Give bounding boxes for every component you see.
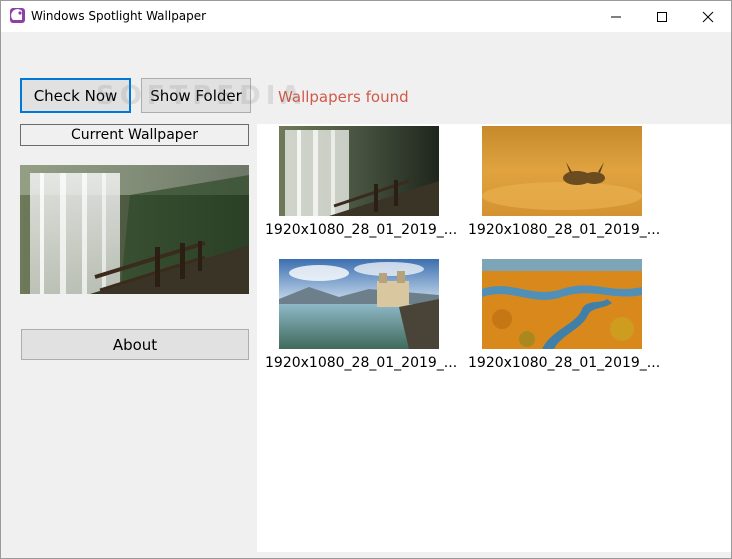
wallpapers-found-status: Wallpapers found (278, 88, 409, 106)
wallpaper-thumbnail[interactable] (482, 259, 642, 349)
window-title: Windows Spotlight Wallpaper (31, 9, 207, 23)
about-button[interactable]: About (21, 329, 249, 360)
close-button[interactable] (685, 1, 731, 32)
app-icon (10, 8, 25, 23)
wallpaper-caption: 1920x1080_28_01_2019_... (265, 355, 458, 371)
title-bar[interactable]: Windows Spotlight Wallpaper (1, 1, 731, 32)
maximize-icon (657, 11, 667, 22)
current-wallpaper-preview (20, 165, 249, 294)
wallpaper-caption: 1920x1080_28_01_2019_... (265, 222, 458, 238)
app-window: Windows Spotlight Wallpaper Check Now Sh… (0, 0, 732, 559)
close-icon (702, 11, 714, 22)
show-folder-button[interactable]: Show Folder (141, 78, 251, 113)
wallpaper-caption: 1920x1080_28_01_2019_... (468, 222, 661, 238)
check-now-button[interactable]: Check Now (20, 78, 131, 113)
wallpaper-thumbnail[interactable] (482, 126, 642, 216)
current-wallpaper-label: Current Wallpaper (20, 124, 249, 146)
wallpaper-gallery[interactable]: 1920x1080_28_01_2019_... 1920x1080_28_01… (257, 124, 731, 552)
minimize-button[interactable] (593, 1, 639, 32)
wallpaper-caption: 1920x1080_28_01_2019_... (468, 355, 661, 371)
wallpaper-thumbnail[interactable] (279, 126, 439, 216)
wallpaper-thumbnail[interactable] (279, 259, 439, 349)
minimize-icon (611, 16, 621, 17)
maximize-button[interactable] (639, 1, 685, 32)
